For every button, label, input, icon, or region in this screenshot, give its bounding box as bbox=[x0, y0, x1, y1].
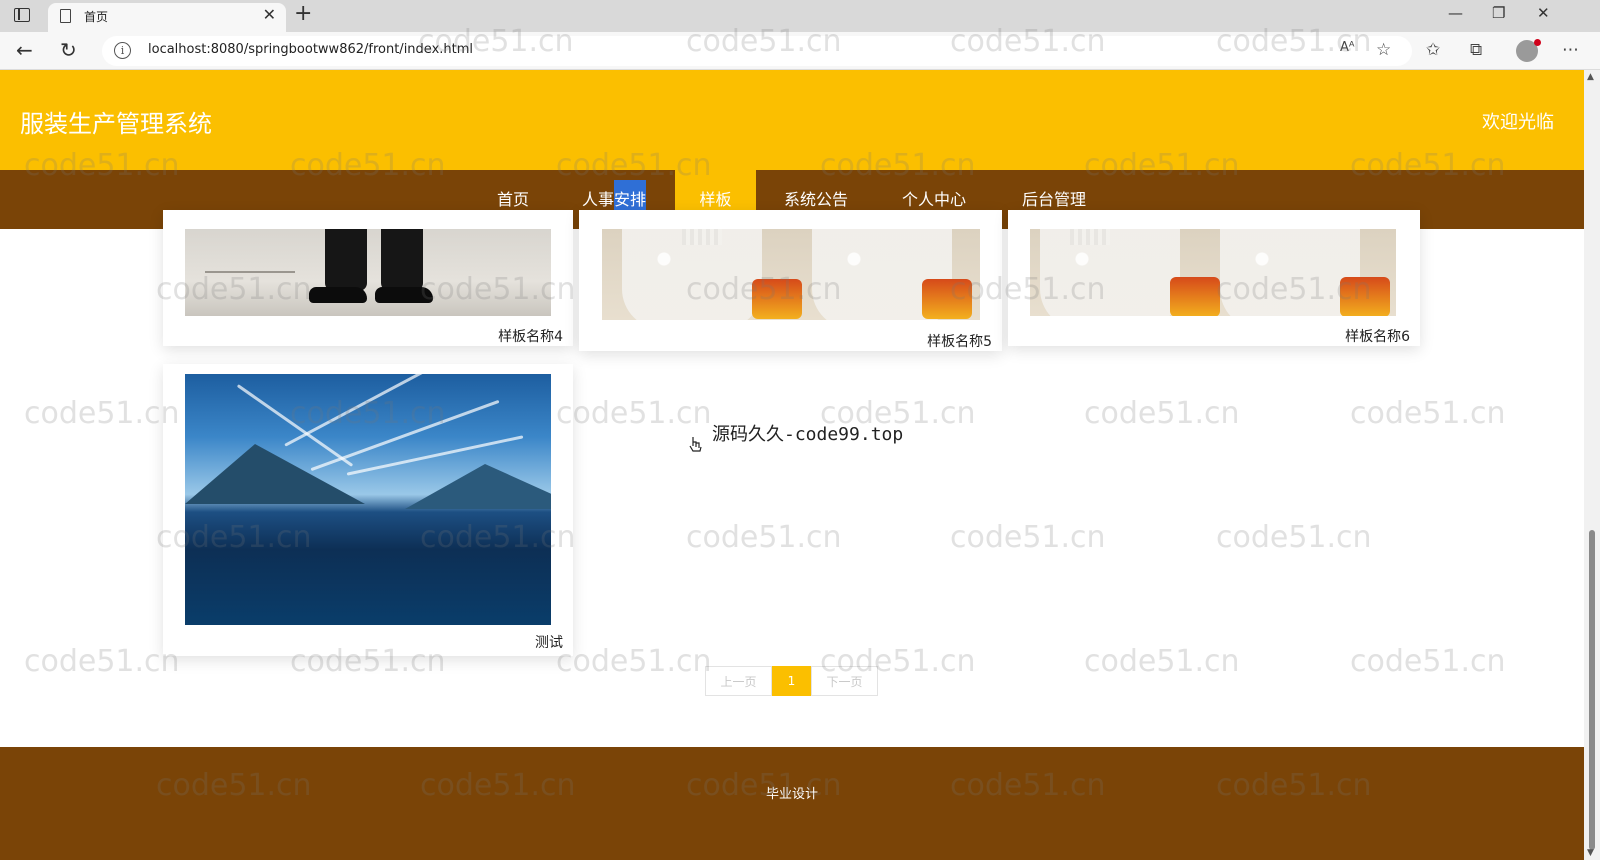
collections-icon[interactable]: ⧉ bbox=[1470, 40, 1482, 60]
profile-icon[interactable] bbox=[1516, 39, 1541, 62]
sample-card[interactable]: 样板名称4 bbox=[163, 210, 573, 346]
nav-item-label-part: 人事 bbox=[581, 190, 614, 209]
sidebar-toggle-icon[interactable] bbox=[14, 8, 30, 22]
close-window-button[interactable]: ✕ bbox=[1537, 4, 1550, 22]
sample-image[interactable] bbox=[1030, 229, 1396, 316]
sample-name: 样板名称4 bbox=[498, 329, 563, 345]
add-favorite-icon[interactable]: ☆ bbox=[1376, 40, 1391, 60]
pants-leg bbox=[381, 229, 423, 291]
handbag bbox=[922, 279, 972, 319]
shoe bbox=[309, 287, 367, 303]
site-header: 服装生产管理系统 欢迎光临 bbox=[0, 70, 1584, 170]
page-1-button[interactable]: 1 bbox=[772, 666, 811, 696]
notice-text: 源码久久-code99.top bbox=[712, 424, 904, 445]
tab-title: 首页 bbox=[84, 10, 109, 24]
favorites-icon[interactable]: ✩ bbox=[1426, 40, 1440, 60]
lace-top bbox=[1220, 229, 1360, 316]
welcome-text: 欢迎光临 bbox=[1482, 112, 1554, 133]
next-page-button[interactable]: 下一页 bbox=[811, 666, 878, 696]
minimize-button[interactable]: — bbox=[1448, 4, 1463, 22]
mountain bbox=[185, 444, 365, 504]
sample-card[interactable]: 样板名称5 bbox=[579, 210, 1002, 351]
scroll-down-icon[interactable]: ▼ bbox=[1587, 848, 1594, 858]
browser-toolbar: ← ↻ i localhost:8080/springbootww862/fro… bbox=[0, 32, 1600, 70]
hand-cursor-icon bbox=[689, 437, 702, 452]
url-text[interactable]: localhost:8080/springbootww862/front/ind… bbox=[148, 42, 473, 57]
sample-image[interactable] bbox=[185, 229, 551, 316]
new-tab-button[interactable]: + bbox=[294, 2, 312, 26]
sample-image[interactable] bbox=[185, 374, 551, 625]
nav-item-label: 后台管理 bbox=[1021, 190, 1086, 209]
sample-name: 样板名称5 bbox=[927, 334, 992, 350]
sample-name: 测试 bbox=[535, 635, 563, 651]
page-icon bbox=[60, 9, 71, 23]
footer-text: 毕业设计 bbox=[765, 787, 818, 802]
more-icon[interactable]: ⋯ bbox=[1562, 40, 1579, 60]
back-arrow-icon[interactable]: ← bbox=[16, 38, 33, 62]
scroll-up-icon[interactable]: ▲ bbox=[1587, 72, 1594, 82]
floor-line bbox=[205, 271, 295, 273]
read-aloud-icon[interactable]: Aᴬ bbox=[1340, 40, 1355, 55]
prev-page-button[interactable]: 上一页 bbox=[705, 666, 772, 696]
shoe bbox=[375, 287, 433, 303]
site-footer: 毕业设计 bbox=[0, 747, 1584, 860]
site-title: 服装生产管理系统 bbox=[20, 110, 212, 138]
handbag bbox=[752, 279, 802, 319]
nav-item-label: 系统公告 bbox=[783, 190, 848, 209]
pants-leg bbox=[325, 229, 367, 291]
sample-card[interactable]: 测试 bbox=[163, 364, 573, 656]
nav-item-label: 样板 bbox=[699, 190, 732, 209]
browser-tab-strip: 首页 ✕ + — ❐ ✕ bbox=[0, 0, 1600, 32]
nav-item-label: 首页 bbox=[496, 190, 529, 209]
address-bar[interactable]: i localhost:8080/springbootww862/front/i… bbox=[102, 36, 1412, 66]
browser-tab[interactable]: 首页 ✕ bbox=[48, 3, 286, 32]
page-viewport: 服装生产管理系统 欢迎光临 首页 人事安排 样板 系统公告 个人中心 后台管理 … bbox=[0, 70, 1584, 860]
close-tab-icon[interactable]: ✕ bbox=[263, 5, 276, 24]
scroll-thumb[interactable] bbox=[1589, 530, 1595, 850]
mountain bbox=[405, 464, 551, 509]
sample-image[interactable] bbox=[602, 229, 980, 320]
page-scrollbar[interactable]: ▲ ▼ bbox=[1584, 70, 1600, 860]
restore-button[interactable]: ❐ bbox=[1492, 4, 1505, 22]
lace-top bbox=[1040, 229, 1180, 316]
handbag bbox=[1170, 277, 1220, 316]
pagination: 上一页 1 下一页 bbox=[705, 666, 878, 696]
lace-top bbox=[622, 229, 762, 320]
reload-icon[interactable]: ↻ bbox=[60, 38, 77, 62]
sample-name: 样板名称6 bbox=[1345, 329, 1410, 345]
handbag bbox=[1340, 277, 1390, 316]
nav-item-label: 个人中心 bbox=[901, 190, 966, 209]
sample-card[interactable]: 样板名称6 bbox=[1008, 210, 1420, 346]
info-icon[interactable]: i bbox=[114, 42, 131, 59]
